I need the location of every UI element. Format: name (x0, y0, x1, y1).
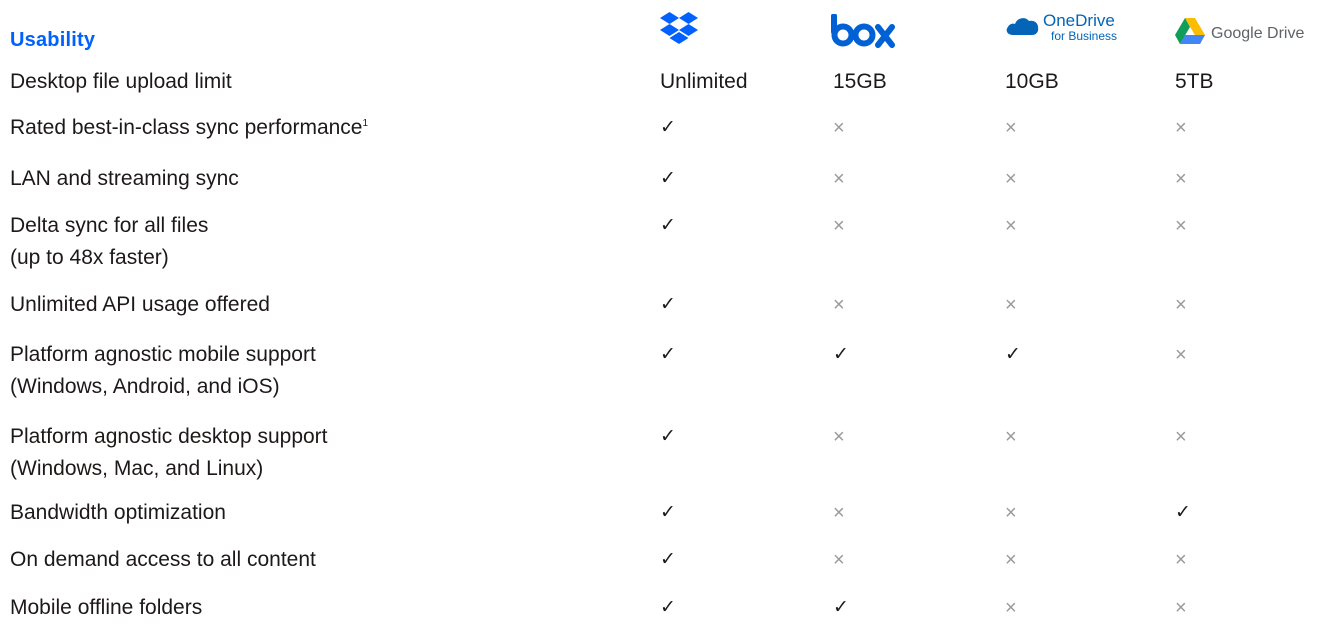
onedrive-name: OneDrive (1043, 11, 1115, 30)
cross-icon: × (1175, 294, 1187, 316)
row-label-line: Bandwidth optimization (10, 501, 226, 524)
row-label-line: Platform agnostic desktop support (10, 425, 328, 448)
cross-icon: × (833, 294, 845, 316)
row-label-line: Desktop file upload limit (10, 70, 232, 93)
check-icon: ✓ (660, 117, 676, 138)
row-label: On demand access to all content (10, 544, 316, 576)
row-label-line: Mobile offline folders (10, 596, 203, 619)
cell-value: 15GB (833, 70, 887, 93)
row-label: Mobile offline folders (10, 592, 202, 624)
row-label-line: On demand access to all content (10, 548, 316, 571)
check-icon: ✓ (1005, 344, 1021, 365)
cross-icon: × (1175, 168, 1187, 190)
cross-icon: × (1005, 215, 1017, 237)
check-icon: ✓ (660, 549, 676, 570)
box-logo-icon (830, 14, 896, 48)
google-drive-name: Google Drive (1211, 24, 1305, 42)
row-label-line: (up to 48x faster) (10, 246, 169, 269)
table-header: Usability OneDrive for Business Google D… (0, 0, 1325, 64)
row-label: Unlimited API usage offered (10, 289, 270, 321)
onedrive-cloud-icon (1005, 15, 1039, 40)
cross-icon: × (1005, 597, 1017, 619)
cross-icon: × (1175, 549, 1187, 571)
check-icon: ✓ (660, 597, 676, 618)
check-icon: ✓ (660, 502, 676, 523)
section-title: Usability (10, 29, 96, 51)
check-icon: ✓ (660, 168, 676, 189)
cross-icon: × (1005, 549, 1017, 571)
row-label-line: Delta sync for all files (10, 214, 209, 237)
footnote-marker: 1 (362, 118, 369, 129)
cross-icon: × (1175, 117, 1187, 139)
row-label: Bandwidth optimization (10, 497, 226, 529)
cell-value: 10GB (1005, 70, 1059, 93)
row-label-line: Unlimited API usage offered (10, 293, 270, 316)
cross-icon: × (1005, 117, 1017, 139)
row-label: Delta sync for all files (up to 48x faste… (10, 210, 208, 274)
row-label: Rated best-in-class sync performance1 (10, 112, 368, 144)
cross-icon: × (1005, 294, 1017, 316)
cross-icon: × (833, 215, 845, 237)
onedrive-logo: OneDrive for Business (1005, 12, 1117, 42)
check-icon: ✓ (833, 344, 849, 365)
cross-icon: × (1175, 215, 1187, 237)
google-drive-triangle-icon (1175, 18, 1205, 49)
cross-icon: × (1175, 344, 1187, 366)
onedrive-subtitle: for Business (1051, 29, 1118, 43)
dropbox-logo-icon (660, 12, 698, 46)
google-drive-logo: Google Drive (1175, 18, 1304, 49)
cross-icon: × (1175, 597, 1187, 619)
row-label-line: Platform agnostic mobile support (10, 343, 316, 366)
row-label: Platform agnostic mobile support (Windows… (10, 339, 316, 403)
cross-icon: × (833, 549, 845, 571)
row-label: Platform agnostic desktop support (Window… (10, 421, 328, 485)
row-label-text: Rated best-in-class sync performance (10, 116, 363, 139)
row-label-line: (Windows, Android, and iOS) (10, 375, 280, 398)
cell-value: 5TB (1175, 70, 1214, 93)
check-icon: ✓ (660, 344, 676, 365)
check-icon: ✓ (1175, 502, 1191, 523)
row-label-line: (Windows, Mac, and Linux) (10, 457, 264, 480)
row-label: Desktop file upload limit (10, 66, 232, 98)
comparison-page: Usability OneDrive for Business Google D… (0, 0, 1325, 620)
cross-icon: × (833, 168, 845, 190)
cross-icon: × (833, 117, 845, 139)
cross-icon: × (833, 502, 845, 524)
cross-icon: × (1005, 426, 1017, 448)
cross-icon: × (833, 426, 845, 448)
cross-icon: × (1005, 502, 1017, 524)
check-icon: ✓ (660, 294, 676, 315)
row-label: LAN and streaming sync (10, 163, 239, 195)
cross-icon: × (1005, 168, 1017, 190)
cell-value: Unlimited (660, 70, 748, 93)
check-icon: ✓ (660, 215, 676, 236)
cross-icon: × (1175, 426, 1187, 448)
check-icon: ✓ (833, 597, 849, 618)
check-icon: ✓ (660, 426, 676, 447)
row-label-line: LAN and streaming sync (10, 167, 239, 190)
row-label-line: Rated best-in-class sync performance1 (10, 112, 368, 144)
